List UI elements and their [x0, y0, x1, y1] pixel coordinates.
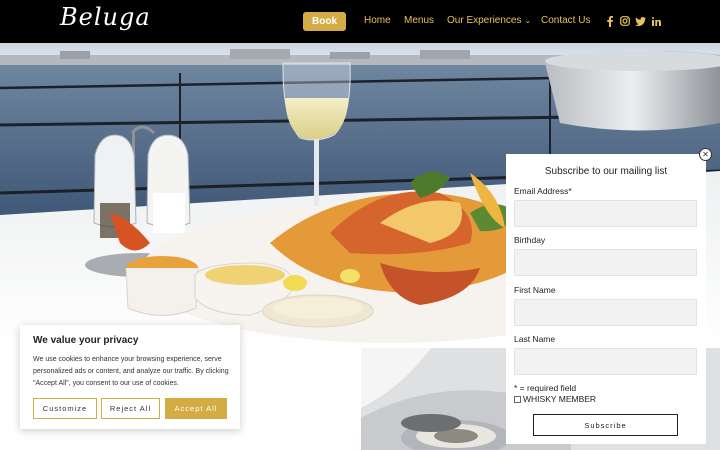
nav-our-experiences-label: Our Experiences: [447, 15, 522, 26]
first-name-label: First Name: [514, 285, 556, 295]
nav-contact-us[interactable]: Contact Us: [541, 15, 590, 26]
facebook-icon[interactable]: [604, 14, 616, 28]
nav-menus[interactable]: Menus: [404, 15, 434, 26]
instagram-icon[interactable]: [619, 14, 631, 28]
chevron-down-icon: ⌄: [524, 16, 532, 25]
site-logo[interactable]: Beluga: [60, 3, 151, 31]
last-name-field[interactable]: [514, 348, 697, 375]
birthday-field[interactable]: [514, 249, 697, 276]
whisky-member-checkbox[interactable]: [514, 395, 521, 403]
nav-our-experiences[interactable]: Our Experiences ⌄: [447, 15, 531, 26]
whisky-member-option[interactable]: WHISKY MEMBER: [514, 394, 596, 404]
cookie-description: We use cookies to enhance your browsing …: [33, 356, 229, 387]
reject-all-button[interactable]: Reject All: [101, 398, 160, 419]
cookie-consent-panel: We value your privacy We use cookies to …: [20, 325, 240, 429]
email-field[interactable]: [514, 200, 697, 227]
required-field-note: * = required field: [514, 383, 577, 393]
mailing-list-popup: Subscribe to our mailing list Email Addr…: [506, 154, 706, 444]
nav-home[interactable]: Home: [364, 15, 391, 26]
accept-all-button[interactable]: Accept All: [165, 398, 227, 419]
email-label: Email Address*: [514, 186, 572, 196]
customize-button[interactable]: Customize: [33, 398, 97, 419]
first-name-field[interactable]: [514, 299, 697, 326]
cookie-title: We value your privacy: [33, 335, 139, 346]
book-button[interactable]: Book: [303, 12, 346, 31]
popup-title: Subscribe to our mailing list: [544, 166, 668, 177]
site-header: Beluga Book Home Menus Our Experiences ⌄ …: [0, 0, 720, 43]
whisky-member-label: WHISKY MEMBER: [523, 394, 597, 404]
close-icon[interactable]: ✕: [699, 148, 712, 161]
subscribe-button[interactable]: Subscribe: [533, 414, 678, 436]
birthday-label: Birthday: [514, 235, 546, 245]
linkedin-icon[interactable]: [650, 14, 662, 28]
last-name-label: Last Name: [514, 334, 556, 344]
twitter-icon[interactable]: [634, 14, 646, 28]
